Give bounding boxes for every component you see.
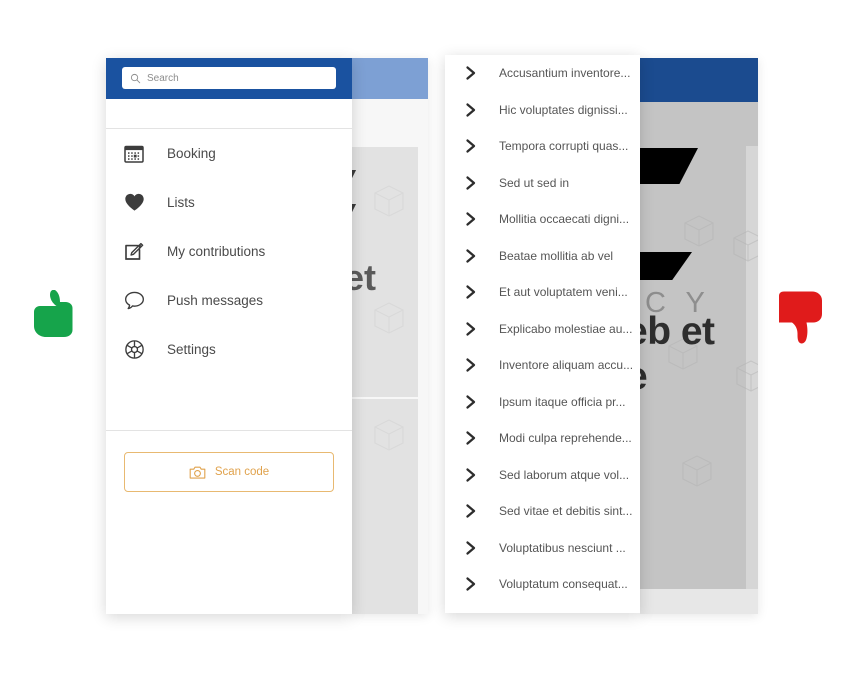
chevron-right-icon (465, 430, 477, 446)
background-left-header-bar (352, 58, 428, 99)
background-left-chevron-icon: ▾ (352, 165, 356, 184)
list-item-label: Tempora corrupti quas... (499, 139, 629, 154)
background-logo-shape-lower (640, 252, 692, 280)
screenshot-root: ▾ ▾ et (0, 0, 860, 673)
list-item[interactable]: Inventore aliquam accu... (445, 347, 640, 384)
list-item[interactable]: Tempora corrupti quas... (445, 128, 640, 165)
background-left-text-fragment: et (352, 257, 377, 298)
list-item[interactable]: Voluptatum consequat... (445, 566, 640, 603)
cube-watermark-icon (374, 302, 404, 334)
list-item-label: Modi culpa reprehende... (499, 431, 632, 446)
list-item-label: Sed ut sed in (499, 175, 570, 190)
chevron-right-icon (465, 138, 477, 154)
list-item[interactable]: Modi culpa reprehende... (445, 420, 640, 457)
list-item[interactable]: Sed laborum atque vol... (445, 457, 640, 494)
menu-item-label: Push messages (167, 293, 264, 308)
scan-code-section: Scan code (106, 430, 352, 492)
drawer-list: Accusantium inventore... Hic voluptates d… (445, 55, 640, 603)
chevron-right-icon (465, 284, 477, 300)
menu-item-label: Settings (167, 342, 216, 357)
menu-item-my-contributions[interactable]: My contributions (106, 227, 352, 276)
chevron-right-icon (465, 540, 477, 556)
chevron-right-icon (465, 102, 477, 118)
background-right-footer-strip (640, 589, 758, 614)
chevron-right-icon (465, 576, 477, 592)
menu-item-settings[interactable]: Settings (106, 325, 352, 374)
speech-bubble-icon (122, 289, 146, 313)
navigation-drawer-panel: Search Booking Lists My contributions Pu… (106, 58, 352, 614)
search-placeholder-text: Search (147, 72, 179, 84)
background-logo-shape-upper (640, 148, 698, 184)
edit-square-icon (122, 240, 146, 264)
list-item-label: Explicabo molestiae au... (499, 321, 633, 336)
list-item-label: Voluptatibus nesciunt ... (499, 540, 626, 555)
chevron-right-icon (465, 65, 477, 81)
menu-item-label: My contributions (167, 244, 266, 259)
list-item-label: Mollitia occaecati digni... (499, 212, 630, 227)
thumbs-up-icon (34, 290, 73, 337)
list-item-label: Hic voluptates dignissi... (499, 102, 628, 117)
background-left-chevron-icon: ▾ (352, 199, 356, 218)
list-item-label: Sed vitae et debitis sint... (499, 504, 633, 519)
gear-icon (122, 338, 146, 362)
list-item-label: Inventore aliquam accu... (499, 358, 634, 373)
chevron-right-icon (465, 394, 477, 410)
camera-icon (189, 466, 206, 479)
cube-watermark-icon (684, 215, 714, 247)
background-left-body: ▾ ▾ et (352, 99, 428, 614)
menu-item-label: Booking (167, 146, 216, 161)
list-item-label: Beatae mollitia ab vel (499, 248, 614, 263)
list-item[interactable]: Sed vitae et debitis sint... (445, 493, 640, 530)
calendar-icon (122, 142, 146, 166)
chevron-right-icon (465, 321, 477, 337)
list-item[interactable]: Explicabo molestiae au... (445, 311, 640, 348)
chevron-right-icon (465, 248, 477, 264)
scan-code-button[interactable]: Scan code (124, 452, 334, 492)
cube-watermark-icon (374, 419, 404, 451)
background-right-text-fragment: eb ete (640, 310, 715, 400)
list-item-label: Et aut voluptatem veni... (499, 285, 628, 300)
chevron-right-icon (465, 175, 477, 191)
drawer-header-bar: Search (106, 58, 352, 99)
menu-item-push-messages[interactable]: Push messages (106, 276, 352, 325)
drawer-menu-list: Booking Lists My contributions Push mess… (106, 129, 352, 374)
menu-item-label: Lists (167, 195, 195, 210)
chevron-right-icon (465, 503, 477, 519)
list-item[interactable]: Mollitia occaecati digni... (445, 201, 640, 238)
background-app-left: ▾ ▾ et (352, 58, 428, 614)
list-drawer-panel: Accusantium inventore... Hic voluptates d… (445, 55, 640, 613)
scan-code-label: Scan code (214, 466, 270, 478)
list-item[interactable]: Beatae mollitia ab vel (445, 238, 640, 275)
search-input[interactable]: Search (122, 67, 336, 89)
list-item-label: Accusantium inventore... (499, 66, 631, 81)
cube-watermark-icon (736, 360, 758, 392)
list-item-label: Sed laborum atque vol... (499, 467, 630, 482)
list-item[interactable]: Ipsum itaque officia pr... (445, 384, 640, 421)
list-item[interactable]: Accusantium inventore... (445, 55, 640, 92)
list-item[interactable]: Sed ut sed in (445, 165, 640, 202)
thumbs-down-icon (779, 291, 822, 344)
cube-watermark-icon (682, 455, 712, 487)
background-right-text-line-1: eb et (640, 310, 715, 353)
background-app-right: C Y eb ete (640, 58, 758, 614)
cube-watermark-icon (733, 230, 758, 262)
background-right-body: C Y eb ete (640, 102, 758, 614)
heart-icon (122, 191, 146, 215)
list-item[interactable]: Et aut voluptatem veni... (445, 274, 640, 311)
cube-watermark-icon (374, 185, 404, 217)
menu-item-lists[interactable]: Lists (106, 178, 352, 227)
list-item-label: Ipsum itaque officia pr... (499, 394, 626, 409)
chevron-right-icon (465, 357, 477, 373)
search-icon (130, 73, 141, 83)
chevron-right-icon (465, 467, 477, 483)
list-item[interactable]: Hic voluptates dignissi... (445, 92, 640, 129)
list-item-label: Voluptatum consequat... (499, 577, 628, 592)
background-right-text-line-2: e (640, 355, 648, 398)
list-item[interactable]: Voluptatibus nesciunt ... (445, 530, 640, 567)
background-right-header-bar (640, 58, 758, 102)
chevron-right-icon (465, 211, 477, 227)
menu-item-booking[interactable]: Booking (106, 129, 352, 178)
